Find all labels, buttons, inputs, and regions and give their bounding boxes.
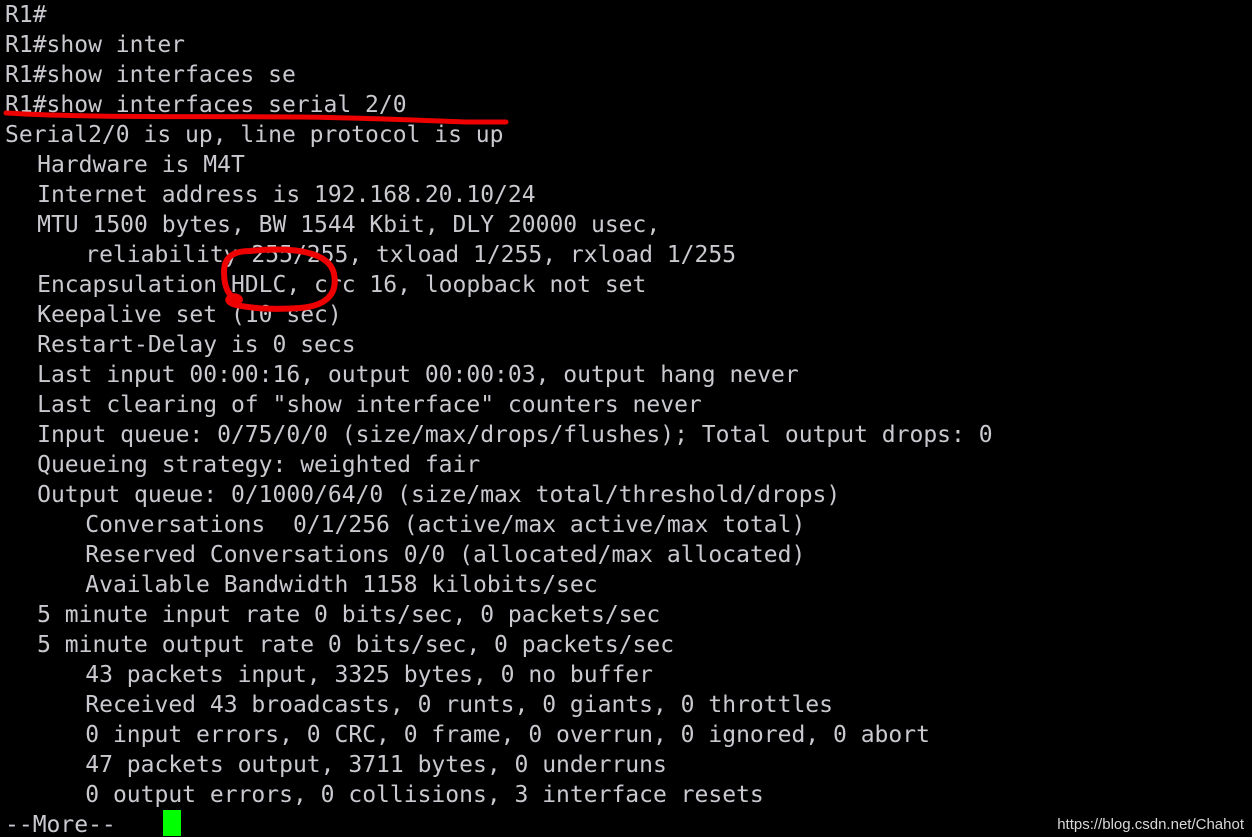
terminal-line: Conversations 0/1/256 (active/max active…	[85, 512, 806, 538]
terminal-line: Received 43 broadcasts, 0 runts, 0 giant…	[85, 692, 833, 718]
terminal-line: Internet address is 192.168.20.10/24	[37, 182, 536, 208]
terminal-line: Reserved Conversations 0/0 (allocated/ma…	[85, 542, 806, 568]
terminal-line: Keepalive set (10 sec)	[37, 302, 342, 328]
terminal-line: --More--	[5, 812, 116, 837]
watermark-text: https://blog.csdn.net/Chahot	[1057, 816, 1244, 833]
terminal-line: 0 input errors, 0 CRC, 0 frame, 0 overru…	[85, 722, 930, 748]
terminal-line: R1#show interfaces serial 2/0	[5, 92, 407, 118]
terminal-line: Hardware is M4T	[37, 152, 245, 178]
terminal-line: 0 output errors, 0 collisions, 3 interfa…	[85, 782, 764, 808]
terminal-line: Available Bandwidth 1158 kilobits/sec	[85, 572, 598, 598]
terminal-line: Encapsulation HDLC, crc 16, loopback not…	[37, 272, 647, 298]
terminal-output-area[interactable]: R1# R1#show inter R1#show interfaces se R1#…	[0, 0, 1252, 837]
terminal-line: 43 packets input, 3325 bytes, 0 no buffe…	[85, 662, 653, 688]
terminal-line: 47 packets output, 3711 bytes, 0 underru…	[85, 752, 667, 778]
terminal-line: 5 minute output rate 0 bits/sec, 0 packe…	[37, 632, 675, 658]
terminal-line: MTU 1500 bytes, BW 1544 Kbit, DLY 20000 …	[37, 212, 661, 238]
terminal-line: Serial2/0 is up, line protocol is up	[5, 122, 504, 148]
terminal-line: Output queue: 0/1000/64/0 (size/max tota…	[37, 482, 841, 508]
terminal-window[interactable]: R1# R1#show inter R1#show interfaces se R1#…	[0, 0, 1252, 837]
terminal-line: Last clearing of "show interface" counte…	[37, 392, 702, 418]
terminal-line: Last input 00:00:16, output 00:00:03, ou…	[37, 362, 799, 388]
terminal-line: R1#	[5, 2, 47, 28]
terminal-line: R1#show inter	[5, 32, 186, 58]
terminal-cursor	[163, 810, 181, 836]
terminal-line: reliability 255/255, txload 1/255, rxloa…	[85, 242, 737, 268]
terminal-line: 5 minute input rate 0 bits/sec, 0 packet…	[37, 602, 661, 628]
terminal-line: R1#show interfaces se	[5, 62, 296, 88]
terminal-line: Queueing strategy: weighted fair	[37, 452, 481, 478]
terminal-line: Input queue: 0/75/0/0 (size/max/drops/fl…	[37, 422, 993, 448]
terminal-line: Restart-Delay is 0 secs	[37, 332, 356, 358]
